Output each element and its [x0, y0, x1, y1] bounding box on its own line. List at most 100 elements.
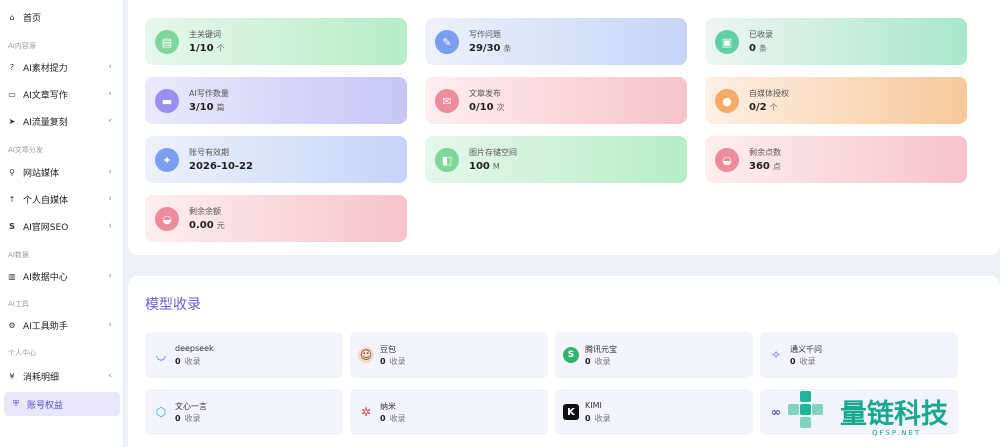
stat-value: 0/10 次: [469, 102, 505, 113]
card-icon: ▬: [155, 89, 179, 113]
model-card-nami[interactable]: ✲ 纳米 0 收录: [350, 389, 548, 435]
model-count: 0 收录: [380, 357, 406, 366]
sidebar-item-label: AI流量复刻: [23, 117, 68, 128]
sidebar-item-seo[interactable]: S AI官网SEO ‹: [0, 214, 124, 238]
stat-card-media-auth[interactable]: ● 自媒体授权 0/2 个: [705, 77, 967, 124]
chevron-left-icon: ‹: [108, 271, 112, 281]
stat-title: AI写作数量: [189, 89, 229, 98]
home-icon: ⌂: [9, 12, 15, 22]
sidebar-item-web-media[interactable]: ⚲ 网站媒体 ‹: [0, 160, 124, 184]
sidebar-section-label: AI文章分发: [8, 146, 43, 154]
sidebar-item-label: 账号权益: [27, 400, 64, 411]
model-card-wenxin[interactable]: ⬡ 文心一言 0 收录: [145, 389, 343, 435]
stat-card-remaining-balance[interactable]: ◒ 剩余余额 0.00 元: [145, 195, 407, 242]
model-count: 0 收录: [380, 414, 406, 423]
yuanbao-icon: S: [563, 347, 579, 363]
document-icon: ▤: [155, 30, 179, 54]
storage-icon: ◧: [435, 148, 459, 172]
model-count: 0 收录: [790, 357, 816, 366]
sidebar-item-label: AI工具助手: [23, 321, 68, 332]
search-icon: ⚲: [9, 167, 15, 177]
stat-card-account-expiry[interactable]: ✦ 账号有效期 2026-10-22: [145, 136, 407, 183]
model-name: KIMI: [585, 401, 602, 410]
sidebar-item-account-rights[interactable]: ⛨ 账号权益: [4, 392, 120, 416]
sidebar-item-home[interactable]: ⌂ 首页: [0, 5, 124, 29]
stat-value: 3/10 篇: [189, 102, 225, 113]
stat-title: 自媒体授权: [749, 89, 789, 98]
sidebar-item-label: 个人自媒体: [23, 195, 69, 206]
sidebar-section-label: AI工具: [8, 300, 29, 308]
sidebar-item-label: 消耗明细: [23, 372, 60, 383]
sidebar-item-label: 首页: [23, 13, 42, 24]
chevron-left-icon: ‹: [108, 116, 112, 126]
sidebar-item-label: 网站媒体: [23, 168, 60, 179]
brand-domain: QFSP.NET: [872, 429, 922, 437]
stat-value: 0条: [749, 43, 767, 54]
doubao-icon: ☺: [358, 347, 374, 363]
sidebar-item-self-media[interactable]: ↑ 个人自媒体 ‹: [0, 187, 124, 211]
chevron-left-icon: ‹: [108, 194, 112, 204]
model-count: 0 收录: [175, 414, 201, 423]
model-name: 豆包: [380, 345, 396, 354]
stat-value: 0.00 元: [189, 220, 225, 231]
models-section-title: 模型收录: [145, 297, 201, 313]
sidebar-item-consumption[interactable]: ¥ 消耗明细 ‹: [0, 364, 124, 388]
model-card-qwen[interactable]: ✧ 通义千问 0 收录: [760, 332, 958, 378]
stat-card-writing-count[interactable]: ▬ AI写作数量 3/10 篇: [145, 77, 407, 124]
model-name: 通义千问: [790, 345, 822, 354]
stat-card-remaining-points[interactable]: ◒ 剩余点数 360 点: [705, 136, 967, 183]
send-icon: ➤: [8, 116, 16, 126]
sidebar-section-label: AI内容源: [8, 42, 36, 50]
sidebar-item-material[interactable]: ? AI素材提力 ‹: [0, 55, 124, 79]
stat-card-indexed[interactable]: ▣ 已收录 0条: [705, 18, 967, 65]
stat-value: 29/30 条: [469, 43, 512, 54]
chevron-left-icon: ‹: [108, 320, 112, 330]
stat-title: 图片存储空间: [469, 148, 517, 157]
watermark-brand: 量链科技 QFSP.NET: [780, 389, 948, 437]
sidebar-item-traffic-copy[interactable]: ➤ AI流量复刻 ‹: [0, 109, 124, 133]
sidebar-section-label: AI数据: [8, 251, 29, 259]
sidebar-item-label: AI数据中心: [23, 272, 68, 283]
stat-value: 2026-10-22: [189, 161, 253, 172]
qwen-icon: ✧: [770, 348, 782, 362]
stat-title: 文章发布: [469, 89, 501, 98]
stat-title: 主关键词: [189, 30, 221, 39]
chart-icon: ▥: [8, 271, 16, 281]
compass-icon: ✦: [155, 148, 179, 172]
model-card-doubao[interactable]: ☺ 豆包 0 收录: [350, 332, 548, 378]
help-icon: ?: [9, 62, 15, 72]
gear-icon: ⚙: [8, 320, 16, 330]
sidebar-item-tools[interactable]: ⚙ AI工具助手 ‹: [0, 313, 124, 337]
chevron-left-icon: ‹: [108, 167, 112, 177]
wallet-icon: ▣: [715, 30, 739, 54]
sidebar-item-label: AI文章写作: [23, 90, 68, 101]
stat-value: 360 点: [749, 161, 781, 172]
seo-icon: S: [9, 221, 15, 231]
model-card-kimi[interactable]: K KIMI 0 收录: [555, 389, 753, 435]
stat-card-keywords[interactable]: ▤ 主关键词 1/10 个: [145, 18, 407, 65]
stat-title: 写作问题: [469, 30, 501, 39]
stat-title: 剩余点数: [749, 148, 781, 157]
stat-card-image-storage[interactable]: ◧ 图片存储空间 100 M: [425, 136, 687, 183]
chevron-left-icon: ‹: [108, 89, 112, 99]
model-name: 纳米: [380, 402, 396, 411]
yen-icon: ¥: [9, 371, 15, 381]
model-card-yuanbao[interactable]: S 腾讯元宝 0 收录: [555, 332, 753, 378]
sidebar-item-label: AI素材提力: [23, 63, 68, 74]
stat-card-questions[interactable]: ✎ 写作问题 29/30 条: [425, 18, 687, 65]
sidebar-item-data-center[interactable]: ▥ AI数据中心 ‹: [0, 264, 124, 288]
sidebar-section-label: 个人中心: [8, 349, 36, 357]
kimi-icon: K: [563, 404, 579, 420]
arrow-up-icon: ↑: [8, 194, 16, 204]
stat-value: 0/2 个: [749, 102, 778, 113]
sidebar-item-article-writing[interactable]: ▭ AI文章写作 ‹: [0, 82, 124, 106]
brand-logo-icon: [780, 389, 832, 433]
model-card-deepseek[interactable]: ◡ deepseek 0 收录: [145, 332, 343, 378]
compass-icon: ✎: [435, 30, 459, 54]
model-count: 0 收录: [585, 357, 611, 366]
chevron-left-icon: ‹: [108, 371, 112, 381]
stat-card-article-publish[interactable]: ✉ 文章发布 0/10 次: [425, 77, 687, 124]
stat-value: 100 M: [469, 161, 500, 172]
shield-icon: ⛨: [13, 399, 19, 408]
model-count: 0 收录: [585, 414, 611, 423]
